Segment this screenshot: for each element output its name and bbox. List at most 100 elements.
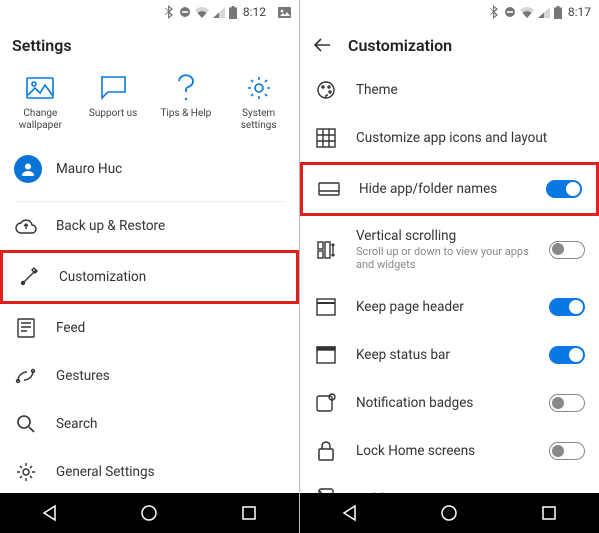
- badge-icon: [314, 391, 338, 415]
- wifi-icon: [520, 7, 534, 18]
- status-bar-icon: [314, 343, 338, 367]
- option-keep-status-bar[interactable]: Keep status bar: [300, 331, 599, 379]
- nav-back-button[interactable]: [340, 503, 360, 523]
- lock-icon: [314, 439, 338, 463]
- item-label: Search: [56, 416, 97, 432]
- dnd-icon: [179, 6, 191, 18]
- item-label: Keep page header: [356, 299, 531, 315]
- hidden-apps-icon: [314, 487, 338, 493]
- search-icon: [14, 412, 38, 436]
- settings-screen: 8:12 Settings Change wallpaper Support u…: [0, 0, 299, 533]
- bluetooth-icon: [490, 5, 500, 19]
- status-bar: 8:12: [0, 0, 299, 24]
- page-title: Customization: [348, 36, 452, 55]
- wifi-icon: [195, 7, 209, 18]
- page-title: Settings: [12, 36, 72, 55]
- customization-screen: 8:17 Customization Theme Customize app ic…: [300, 0, 599, 533]
- battery-icon: [229, 6, 237, 19]
- menu-item-search[interactable]: Search: [0, 400, 299, 448]
- nav-back-button[interactable]: [40, 503, 60, 523]
- hide-names-icon: [317, 177, 341, 201]
- item-label: Customize app icons and layout: [356, 130, 585, 146]
- option-notification-badges[interactable]: Notification badges: [300, 379, 599, 427]
- user-name-label: Mauro Huc: [56, 161, 122, 177]
- bluetooth-icon: [165, 5, 175, 19]
- option-customize-app-icons-and-layout[interactable]: Customize app icons and layout: [300, 114, 599, 162]
- nav-recent-button[interactable]: [239, 503, 259, 523]
- change-wallpaper-button[interactable]: Change wallpaper: [7, 74, 73, 131]
- nav-bar: [300, 493, 599, 533]
- signal-icon: [213, 7, 225, 18]
- item-label: Feed: [56, 320, 85, 336]
- item-label: Theme: [356, 82, 585, 98]
- signal-icon: [538, 7, 550, 18]
- picture-icon: [26, 74, 54, 102]
- gestures-icon: [14, 364, 38, 388]
- battery-icon: [554, 6, 562, 19]
- option-theme[interactable]: Theme: [300, 66, 599, 114]
- status-time: 8:12: [243, 5, 266, 19]
- option-vertical-scrolling[interactable]: Vertical scrollingScroll up or down to v…: [300, 216, 599, 283]
- quick-label: Support us: [89, 108, 137, 120]
- system-settings-button[interactable]: System settings: [226, 74, 292, 131]
- user-account-row[interactable]: Mauro Huc: [0, 145, 299, 201]
- menu-item-back-up-restore[interactable]: Back up & Restore: [0, 202, 299, 250]
- back-button[interactable]: [312, 35, 332, 55]
- chat-icon: [99, 74, 127, 102]
- tools-icon: [17, 265, 41, 289]
- option-hide-app-folder-names[interactable]: Hide app/folder names: [300, 162, 599, 216]
- item-label: Back up & Restore: [56, 218, 165, 234]
- nav-home-button[interactable]: [439, 503, 459, 523]
- vertical-scroll-icon: [314, 238, 338, 262]
- quick-actions-row: Change wallpaper Support us Tips & Help …: [0, 66, 299, 145]
- header: Settings: [0, 24, 299, 66]
- toggle-switch[interactable]: [549, 298, 585, 316]
- quick-label: Tips & Help: [160, 108, 211, 120]
- toggle-switch[interactable]: [549, 394, 585, 412]
- page-header-icon: [314, 295, 338, 319]
- settings-icon: [14, 460, 38, 484]
- status-time: 8:17: [568, 5, 591, 19]
- quick-label: Change wallpaper: [7, 108, 73, 131]
- nav-recent-button[interactable]: [539, 503, 559, 523]
- item-subtitle: Scroll up or down to view your apps and …: [356, 245, 531, 271]
- toggle-switch[interactable]: [549, 241, 585, 259]
- settings-menu: Back up & Restore Customization Feed Gestur…: [0, 201, 299, 493]
- item-label: Gestures: [56, 368, 110, 384]
- option-lock-home-screens[interactable]: Lock Home screens: [300, 427, 599, 475]
- dnd-icon: [504, 6, 516, 18]
- grid-icon: [314, 126, 338, 150]
- picture-indicator-icon: [278, 7, 291, 18]
- gear-icon: [245, 74, 273, 102]
- item-label: Hidden apps: [356, 491, 585, 493]
- option-keep-page-header[interactable]: Keep page header: [300, 283, 599, 331]
- item-label: Notification badges: [356, 395, 531, 411]
- menu-item-customization[interactable]: Customization: [0, 250, 299, 304]
- item-label: General Settings: [56, 464, 155, 480]
- quick-label: System settings: [226, 108, 292, 131]
- nav-home-button[interactable]: [139, 503, 159, 523]
- cloud-icon: [14, 214, 38, 238]
- feed-icon: [14, 316, 38, 340]
- toggle-switch[interactable]: [549, 442, 585, 460]
- customization-menu: Theme Customize app icons and layout Hide …: [300, 66, 599, 493]
- toggle-switch[interactable]: [546, 180, 582, 198]
- item-label: Lock Home screens: [356, 443, 531, 459]
- item-label: Hide app/folder names: [359, 181, 528, 197]
- header: Customization: [300, 24, 599, 66]
- status-bar: 8:17: [300, 0, 599, 24]
- tips-help-button[interactable]: Tips & Help: [153, 74, 219, 131]
- avatar: [14, 155, 42, 183]
- menu-item-general-settings[interactable]: General Settings: [0, 448, 299, 493]
- theme-icon: [314, 78, 338, 102]
- toggle-switch[interactable]: [549, 346, 585, 364]
- menu-item-gestures[interactable]: Gestures: [0, 352, 299, 400]
- item-label: Vertical scrolling: [356, 228, 531, 244]
- item-label: Customization: [59, 269, 146, 285]
- option-hidden-apps[interactable]: Hidden apps: [300, 475, 599, 493]
- item-label: Keep status bar: [356, 347, 531, 363]
- menu-item-feed[interactable]: Feed: [0, 304, 299, 352]
- nav-bar: [0, 493, 299, 533]
- support-us-button[interactable]: Support us: [80, 74, 146, 131]
- question-icon: [172, 74, 200, 102]
